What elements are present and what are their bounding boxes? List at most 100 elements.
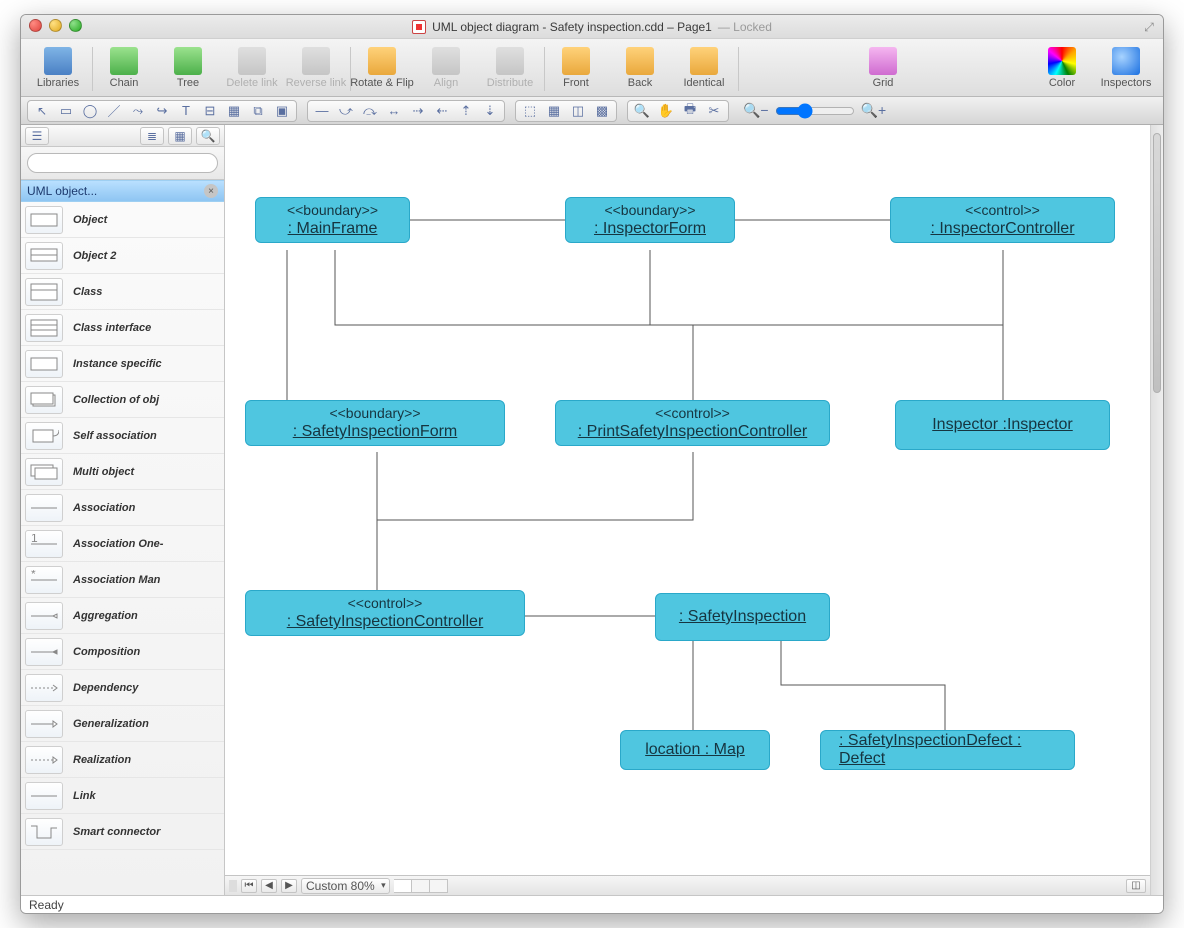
line-type-4[interactable]: ↔ [383, 102, 405, 120]
zoom-button[interactable] [69, 19, 82, 32]
libraries-button[interactable]: Libraries [31, 45, 85, 95]
shape-item[interactable]: Class interface [21, 310, 224, 346]
inspectors-button[interactable]: Inspectors [1099, 45, 1153, 95]
search-input[interactable] [27, 153, 218, 173]
sidebar-view-grid[interactable]: ▦ [168, 127, 192, 145]
shape-item[interactable]: *Association Man [21, 562, 224, 598]
window-controls [29, 19, 82, 32]
group-tool[interactable]: ▦ [223, 102, 245, 120]
smart-connector-tool[interactable]: ↪ [151, 102, 173, 120]
node-safety-inspection-form[interactable]: <<boundary>>: SafetyInspectionForm [245, 400, 505, 446]
line-type-5[interactable]: ⇢ [407, 102, 429, 120]
reverse-link-button[interactable]: Reverse link [289, 45, 343, 95]
line-tool[interactable]: ／ [103, 102, 125, 120]
rect-tool[interactable]: ▭ [55, 102, 77, 120]
sel-2[interactable]: ▦ [543, 102, 565, 120]
rotate-flip-button[interactable]: Rotate & Flip [355, 45, 409, 95]
shape-item[interactable]: Realization [21, 742, 224, 778]
node-mainframe[interactable]: <<boundary>>: MainFrame [255, 197, 410, 243]
zoom-in-icon[interactable]: 🔍+ [861, 102, 887, 119]
segment-tool[interactable]: ⊟ [199, 102, 221, 120]
node-defect[interactable]: : SafetyInspectionDefect : Defect [820, 730, 1075, 770]
vertical-scrollbar[interactable] [1150, 125, 1163, 895]
shape-item[interactable]: Collection of obj [21, 382, 224, 418]
scrollbar-thumb[interactable] [1153, 133, 1161, 393]
text-tool[interactable]: T [175, 102, 197, 120]
sidebar-view-list[interactable]: ≣ [140, 127, 164, 145]
shape-item[interactable]: Smart connector [21, 814, 224, 850]
shape-item[interactable]: Object [21, 202, 224, 238]
cut-tool[interactable]: ✂ [703, 102, 725, 120]
rotate-flip-icon [368, 47, 396, 75]
minimize-button[interactable] [49, 19, 62, 32]
view-mode-button[interactable]: ◫ [1126, 879, 1146, 893]
shape-item[interactable]: Class [21, 274, 224, 310]
line-type-7[interactable]: ⇡ [455, 102, 477, 120]
svg-text:*: * [31, 570, 36, 581]
ellipse-tool[interactable]: ◯ [79, 102, 101, 120]
window-subtitle: — Locked [718, 20, 772, 34]
zoom-out-icon[interactable]: 🔍− [743, 102, 769, 119]
sidebar-tree-btn[interactable]: ☰ [25, 127, 49, 145]
node-print-controller[interactable]: <<control>>: PrintSafetyInspectionContro… [555, 400, 830, 446]
hand-tool[interactable]: ✋ [655, 102, 677, 120]
node-inspector-form[interactable]: <<boundary>>: InspectorForm [565, 197, 735, 243]
line-type-3[interactable]: ⤼ [359, 102, 381, 120]
shape-item[interactable]: 1Association One- [21, 526, 224, 562]
crop-tool[interactable]: ⧉ [247, 102, 269, 120]
line-type-8[interactable]: ⇣ [479, 102, 501, 120]
image-tool[interactable]: ▣ [271, 102, 293, 120]
print-tool[interactable]: 🖶 [679, 102, 701, 120]
front-button[interactable]: Front [549, 45, 603, 95]
sel-4[interactable]: ▩ [591, 102, 613, 120]
align-button[interactable]: Align [419, 45, 473, 95]
page-prev-button[interactable]: ◀ [261, 879, 277, 893]
tree-button[interactable]: Tree [161, 45, 215, 95]
pointer-tool[interactable]: ↖ [31, 102, 53, 120]
sel-3[interactable]: ◫ [567, 102, 589, 120]
sel-1[interactable]: ⬚ [519, 102, 541, 120]
close-button[interactable] [29, 19, 42, 32]
shape-item[interactable]: Generalization [21, 706, 224, 742]
zoom-tool[interactable]: 🔍 [631, 102, 653, 120]
sidebar-search-btn[interactable]: 🔍 [196, 127, 220, 145]
grid-button[interactable]: Grid [856, 45, 910, 95]
shape-thumb [25, 422, 63, 450]
library-sidebar: ☰ ≣ ▦ 🔍 🔍 UML object... × ObjectObject 2… [21, 125, 225, 895]
node-inspector[interactable]: Inspector :Inspector [895, 400, 1110, 450]
node-safety-inspection-controller[interactable]: <<control>>: SafetyInspectionController [245, 590, 525, 636]
line-type-1[interactable]: — [311, 102, 333, 120]
shape-item[interactable]: Association [21, 490, 224, 526]
page-first-button[interactable]: ⏮ [241, 879, 257, 893]
shape-item[interactable]: Dependency [21, 670, 224, 706]
color-button[interactable]: Color [1035, 45, 1089, 95]
delete-link-button[interactable]: Delete link [225, 45, 279, 95]
chain-button[interactable]: Chain [97, 45, 151, 95]
node-location[interactable]: location : Map [620, 730, 770, 770]
shape-item[interactable]: Aggregation [21, 598, 224, 634]
shape-item[interactable]: Object 2 [21, 238, 224, 274]
line-type-6[interactable]: ⇠ [431, 102, 453, 120]
line-type-2[interactable]: ⤻ [335, 102, 357, 120]
zoom-dropdown[interactable]: Custom 80% [301, 878, 390, 894]
node-inspector-controller[interactable]: <<control>>: InspectorController [890, 197, 1115, 243]
page-next-button[interactable]: ▶ [281, 879, 297, 893]
identical-button[interactable]: Identical [677, 45, 731, 95]
library-header[interactable]: UML object... × [21, 180, 224, 202]
distribute-button[interactable]: Distribute [483, 45, 537, 95]
shape-item[interactable]: Link [21, 778, 224, 814]
page-tab-2[interactable] [412, 879, 430, 893]
page-tab-3[interactable] [430, 879, 448, 893]
shape-item[interactable]: Instance specific [21, 346, 224, 382]
zoom-range[interactable] [775, 103, 855, 119]
shape-item[interactable]: Composition [21, 634, 224, 670]
shape-item[interactable]: Self association [21, 418, 224, 454]
shape-item[interactable]: Multi object [21, 454, 224, 490]
back-button[interactable]: Back [613, 45, 667, 95]
node-safety-inspection[interactable]: : SafetyInspection [655, 593, 830, 641]
canvas[interactable]: <<boundary>>: MainFrame <<boundary>>: In… [225, 125, 1150, 875]
fullscreen-icon[interactable]: ⤢ [1141, 19, 1157, 35]
connector-tool[interactable]: ⤳ [127, 102, 149, 120]
page-tab-1[interactable] [394, 879, 412, 893]
library-close-icon[interactable]: × [204, 184, 218, 198]
